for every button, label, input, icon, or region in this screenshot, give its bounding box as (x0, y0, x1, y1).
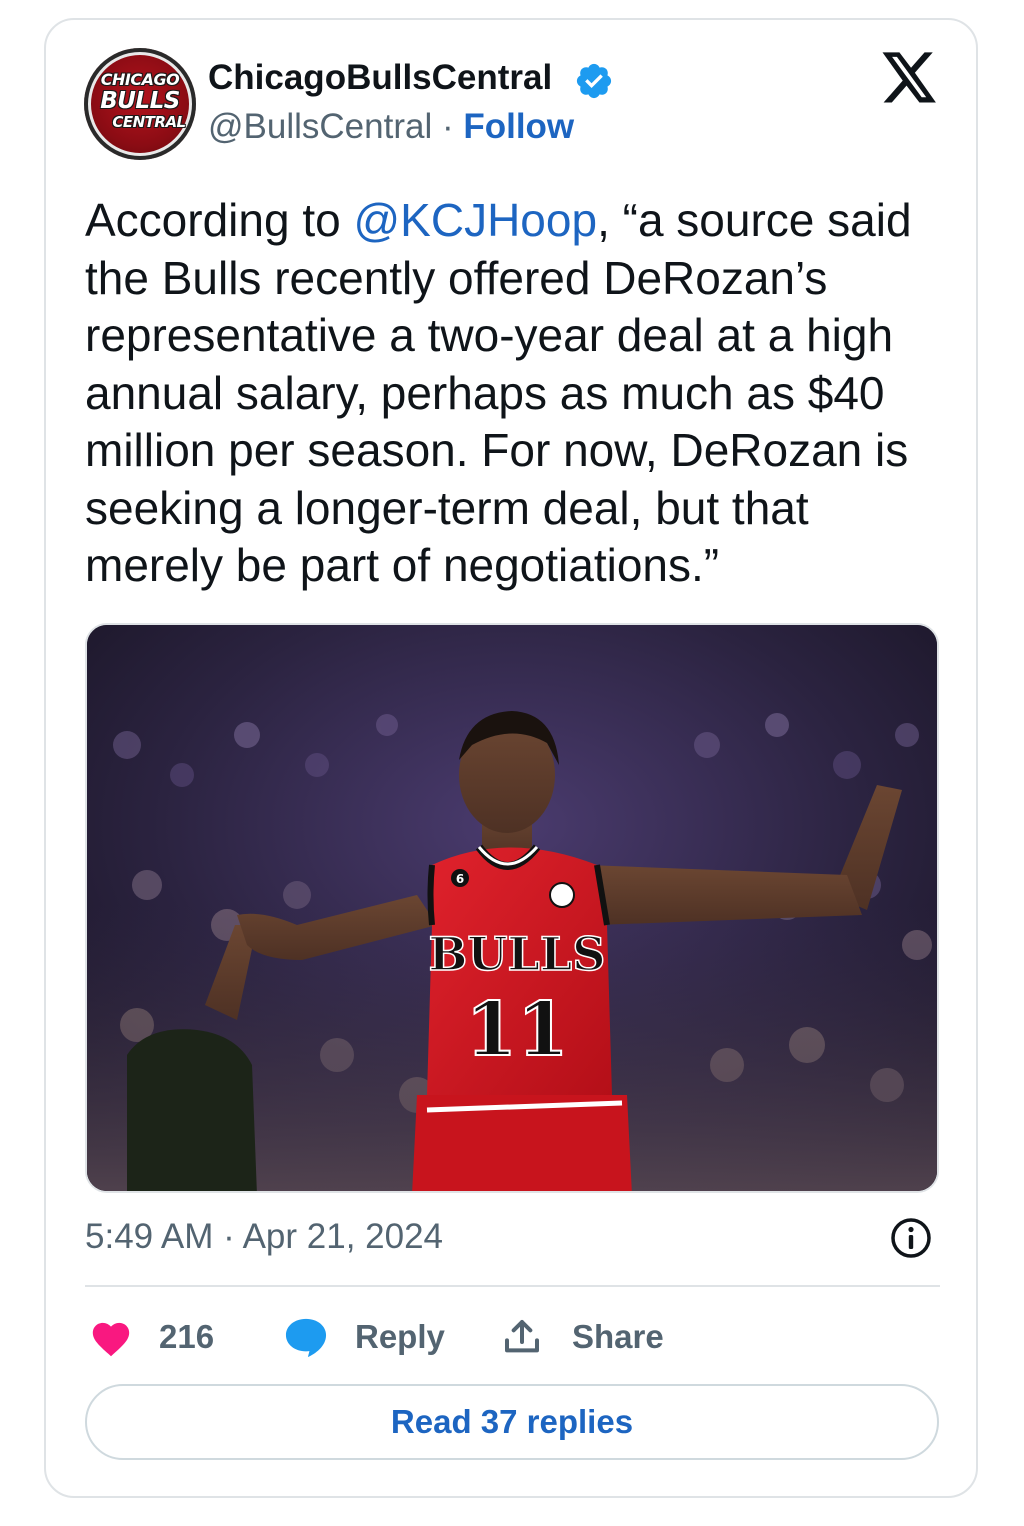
info-icon[interactable] (889, 1216, 933, 1260)
tweet-photo[interactable]: BULLS 11 6 (85, 623, 939, 1193)
mention-link[interactable]: @KCJHoop (353, 194, 597, 246)
like-count: 216 (159, 1318, 215, 1355)
divider (85, 1285, 940, 1287)
account-display-name[interactable]: ChicagoBullsCentral (208, 58, 552, 98)
share-label: Share (572, 1318, 664, 1355)
verified-badge-icon (576, 63, 612, 99)
reply-bubble-icon (285, 1318, 327, 1358)
avatar-line-1: CHICAGO (100, 70, 180, 89)
tweet-timestamp[interactable]: 5:49 AM · Apr 21, 2024 (85, 1217, 443, 1257)
separator-dot: · (441, 107, 454, 146)
tweet-text: According to @KCJHoop, “a source said th… (85, 192, 945, 595)
like-button[interactable]: 216 (89, 1310, 214, 1364)
jersey-patch: 6 (456, 872, 464, 886)
reply-label: Reply (355, 1318, 445, 1355)
share-upload-icon (505, 1320, 539, 1353)
jersey-team: BULLS (429, 927, 606, 981)
account-avatar[interactable]: CHICAGO BULLS CENTRAL (84, 48, 196, 160)
player-photo-illustration: BULLS 11 6 (87, 625, 937, 1191)
jersey-number: 11 (466, 987, 569, 1073)
heart-icon (92, 1322, 130, 1357)
account-handle[interactable]: @BullsCentral (208, 107, 432, 146)
handle-row: @BullsCentral · Follow (208, 107, 574, 147)
share-button[interactable]: Share (502, 1310, 664, 1364)
avatar-line-2: BULLS (100, 88, 180, 114)
reply-button[interactable]: Reply (283, 1310, 445, 1364)
follow-button[interactable]: Follow (463, 107, 574, 146)
tweet-text-rest: , “a source said the Bulls recently offe… (85, 194, 912, 591)
tweet-text-start: According to (85, 194, 354, 246)
avatar-line-3: CENTRAL (112, 113, 186, 131)
x-logo-icon[interactable] (882, 52, 938, 104)
read-replies-button[interactable]: Read 37 replies (85, 1384, 939, 1460)
